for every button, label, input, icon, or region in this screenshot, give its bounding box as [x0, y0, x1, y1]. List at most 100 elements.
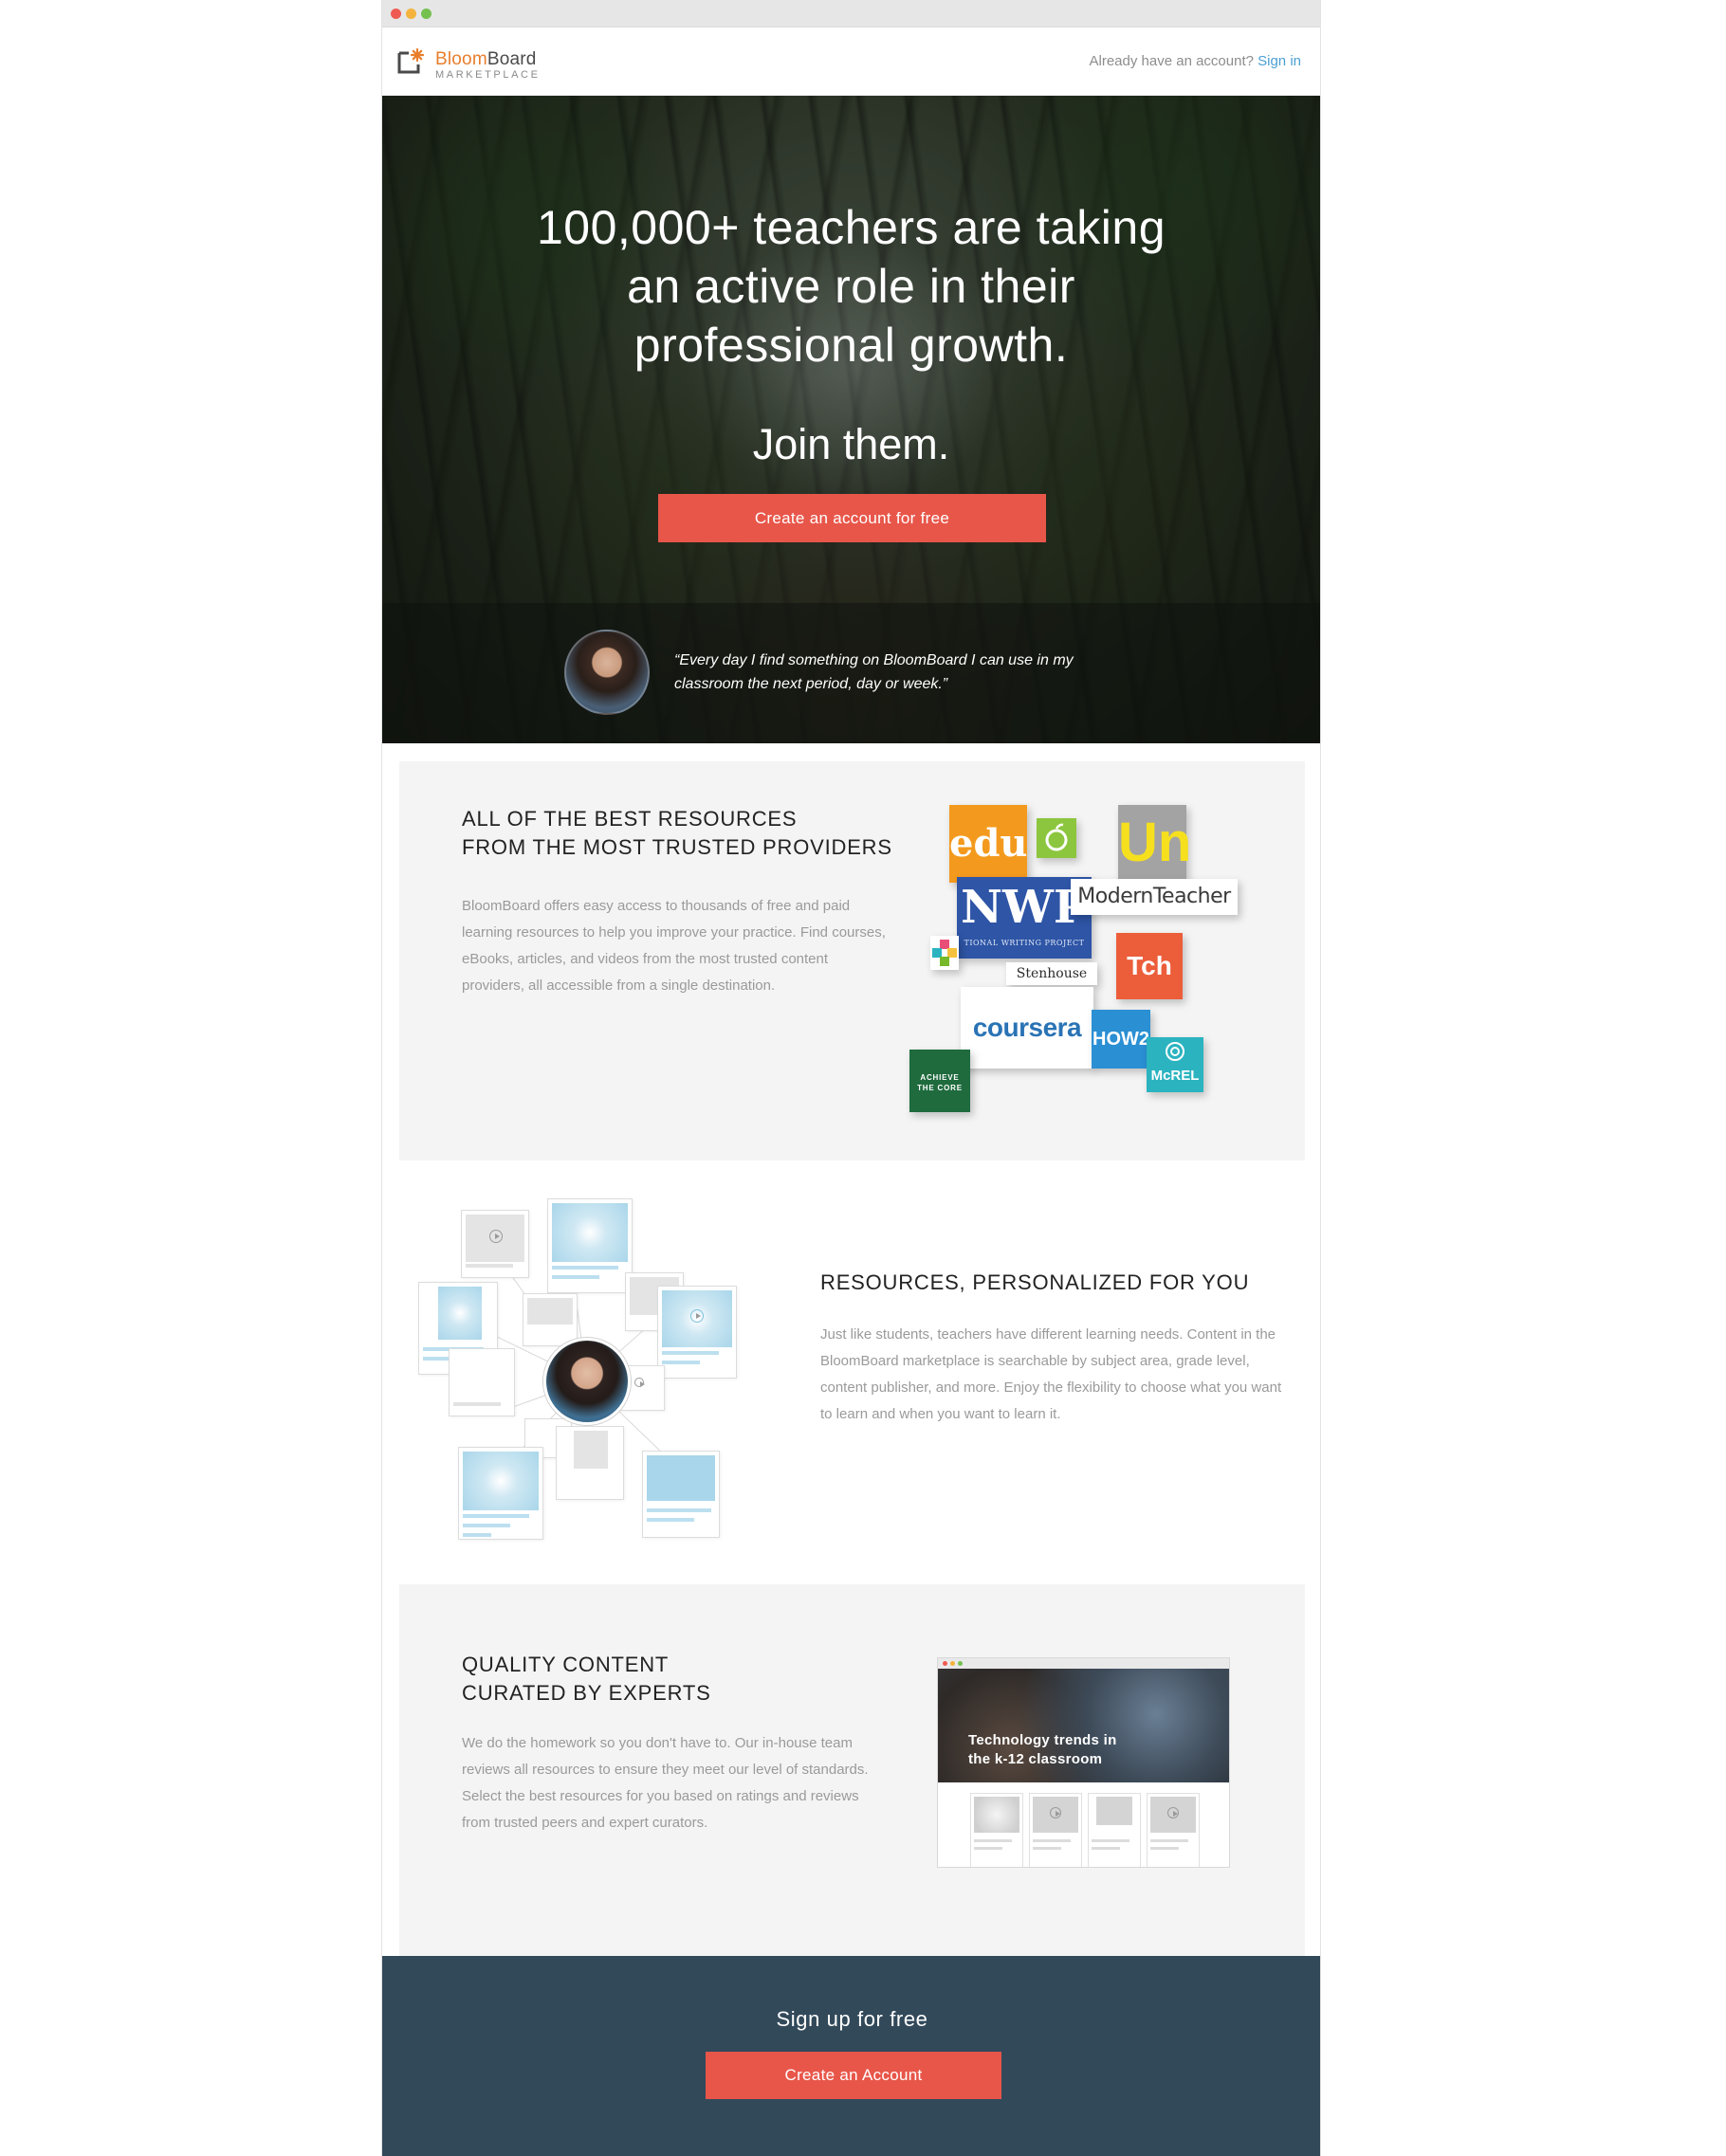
hero-headline: 100,000+ teachers are taking an active r… [382, 198, 1320, 375]
testimonial-band: “Every day I find something on BloomBoar… [382, 603, 1320, 743]
providers-title: ALL OF THE BEST RESOURCES FROM THE MOST … [462, 805, 892, 862]
preview-dot [950, 1661, 955, 1666]
card-thumbnail [574, 1431, 608, 1469]
teacher-avatar [543, 1338, 631, 1425]
preview-card [1029, 1793, 1082, 1867]
logo-wordmark-bloom: Bloom [435, 49, 487, 69]
play-icon [690, 1309, 704, 1323]
article-card[interactable] [642, 1451, 720, 1538]
article-card[interactable] [458, 1447, 543, 1540]
coursera-logo: coursera [961, 987, 1093, 1069]
play-icon [634, 1378, 645, 1387]
card-thumbnail [552, 1203, 628, 1262]
how2-logo: HOW2 [1092, 1010, 1150, 1069]
colorful-cross-logo [930, 936, 959, 970]
preview-card-line [974, 1839, 1012, 1842]
logo-mark-icon [397, 47, 424, 74]
play-icon [1050, 1807, 1061, 1818]
resource-network-illustration [418, 1198, 760, 1544]
top-nav: BloomBoard MARKETPLACE Already have an a… [382, 27, 1320, 96]
grey-card[interactable] [523, 1293, 578, 1346]
signin-prompt: Already have an account? Sign in [1090, 53, 1302, 69]
browser-window: BloomBoard MARKETPLACE Already have an a… [381, 0, 1321, 2156]
preview-dot [943, 1661, 947, 1666]
video-card[interactable] [657, 1286, 737, 1379]
nwp-caption: TIONAL WRITING PROJECT [964, 939, 1085, 947]
bloomboard-logo[interactable]: BloomBoard MARKETPLACE [397, 38, 559, 85]
card-thumbnail [527, 1298, 573, 1325]
card-thumbnail [463, 1452, 539, 1510]
un-logo: Un [1118, 805, 1191, 881]
personalized-section: RESOURCES, PERSONALIZED FOR YOU Just lik… [382, 1160, 1320, 1584]
testimonial-avatar [564, 630, 650, 715]
close-window-dot[interactable] [391, 9, 401, 19]
nwp-letters: NWP [961, 881, 1088, 934]
signin-link[interactable]: Sign in [1258, 53, 1301, 69]
preview-card [1088, 1793, 1141, 1867]
card-line [463, 1533, 491, 1537]
card-line [647, 1508, 711, 1512]
card-line [552, 1275, 599, 1279]
curated-content-preview: Technology trends in the k-12 classroom [937, 1657, 1230, 1868]
achieve-line2: THE CORE [917, 1084, 963, 1092]
preview-title-line2: the k-12 classroom [968, 1751, 1103, 1767]
providers-title-line2: FROM THE MOST TRUSTED PROVIDERS [462, 835, 892, 859]
testimonial-quote: “Every day I find something on BloomBoar… [674, 649, 1167, 696]
grey-card[interactable] [449, 1348, 515, 1416]
hero-banner: 100,000+ teachers are taking an active r… [382, 96, 1320, 743]
tch-logo: Tch [1116, 933, 1183, 999]
preview-card-thumb [1096, 1797, 1132, 1825]
preview-dot [958, 1661, 963, 1666]
maximize-window-dot[interactable] [421, 9, 432, 19]
preview-card-line [1033, 1847, 1061, 1850]
create-account-button[interactable]: Create an Account [706, 2052, 1001, 2099]
preview-hero-title: Technology trends in the k-12 classroom [968, 1731, 1117, 1769]
preview-card-line [1092, 1839, 1129, 1842]
quality-title-line2: CURATED BY EXPERTS [462, 1681, 711, 1705]
modernteacher-logo: ModernTeacher [1071, 879, 1238, 915]
play-icon [489, 1230, 503, 1243]
logo-wordmark-board: Board [487, 49, 537, 69]
preview-card-line [1033, 1839, 1071, 1842]
window-titlebar [382, 0, 1320, 27]
create-account-free-button[interactable]: Create an account for free [658, 494, 1046, 542]
document-card[interactable] [556, 1426, 624, 1500]
card-line [552, 1266, 618, 1270]
card-line [466, 1264, 513, 1268]
preview-hero-image: Technology trends in the k-12 classroom [938, 1669, 1229, 1782]
signup-title: Sign up for free [776, 2007, 928, 2031]
account-prompt-text: Already have an account? [1089, 53, 1254, 69]
minimize-window-dot[interactable] [406, 9, 416, 19]
play-icon [1167, 1807, 1179, 1818]
stenhouse-logo: Stenhouse [1006, 962, 1097, 985]
preview-card-line [1150, 1839, 1188, 1842]
logo-subtitle: MARKETPLACE [435, 69, 541, 81]
video-card[interactable] [461, 1210, 529, 1278]
personalized-title: RESOURCES, PERSONALIZED FOR YOU [820, 1270, 1250, 1294]
card-thumbnail [647, 1455, 715, 1501]
card-line [463, 1514, 529, 1518]
logo-wordmark: BloomBoard [435, 49, 537, 70]
hero-headline-line1: 100,000+ teachers are taking [536, 201, 1166, 254]
providers-body: BloomBoard offers easy access to thousan… [462, 898, 886, 994]
personalized-body: Just like students, teachers have differ… [820, 1326, 1282, 1422]
preview-card-thumb [974, 1797, 1019, 1833]
article-card[interactable] [547, 1198, 633, 1293]
preview-card [970, 1793, 1023, 1867]
hero-headline-line3: professional growth. [633, 319, 1069, 372]
testimonial-line1: “Every day I find something on BloomBoar… [674, 652, 1074, 668]
quality-title: QUALITY CONTENT CURATED BY EXPERTS [462, 1651, 711, 1708]
signup-footer: Sign up for free Create an Account [382, 1956, 1320, 2156]
card-thumbnail [438, 1287, 482, 1340]
preview-card-line [1150, 1847, 1179, 1850]
mcrel-swirl-icon [1166, 1042, 1184, 1061]
provider-logo-cloud: edu Un NWP TIONAL WRITING PROJECT Modern… [909, 805, 1243, 1132]
cross-icon [932, 940, 957, 966]
mcrel-logo: McREL [1147, 1037, 1203, 1092]
edu-logo: edu [949, 805, 1028, 883]
achieve-line1: ACHIEVE [920, 1073, 960, 1082]
card-line [662, 1351, 719, 1355]
hero-join-text: Join them. [752, 420, 950, 468]
quality-body: We do the homework so you don't have to.… [462, 1735, 869, 1831]
quality-section: QUALITY CONTENT CURATED BY EXPERTS We do… [399, 1584, 1305, 1956]
